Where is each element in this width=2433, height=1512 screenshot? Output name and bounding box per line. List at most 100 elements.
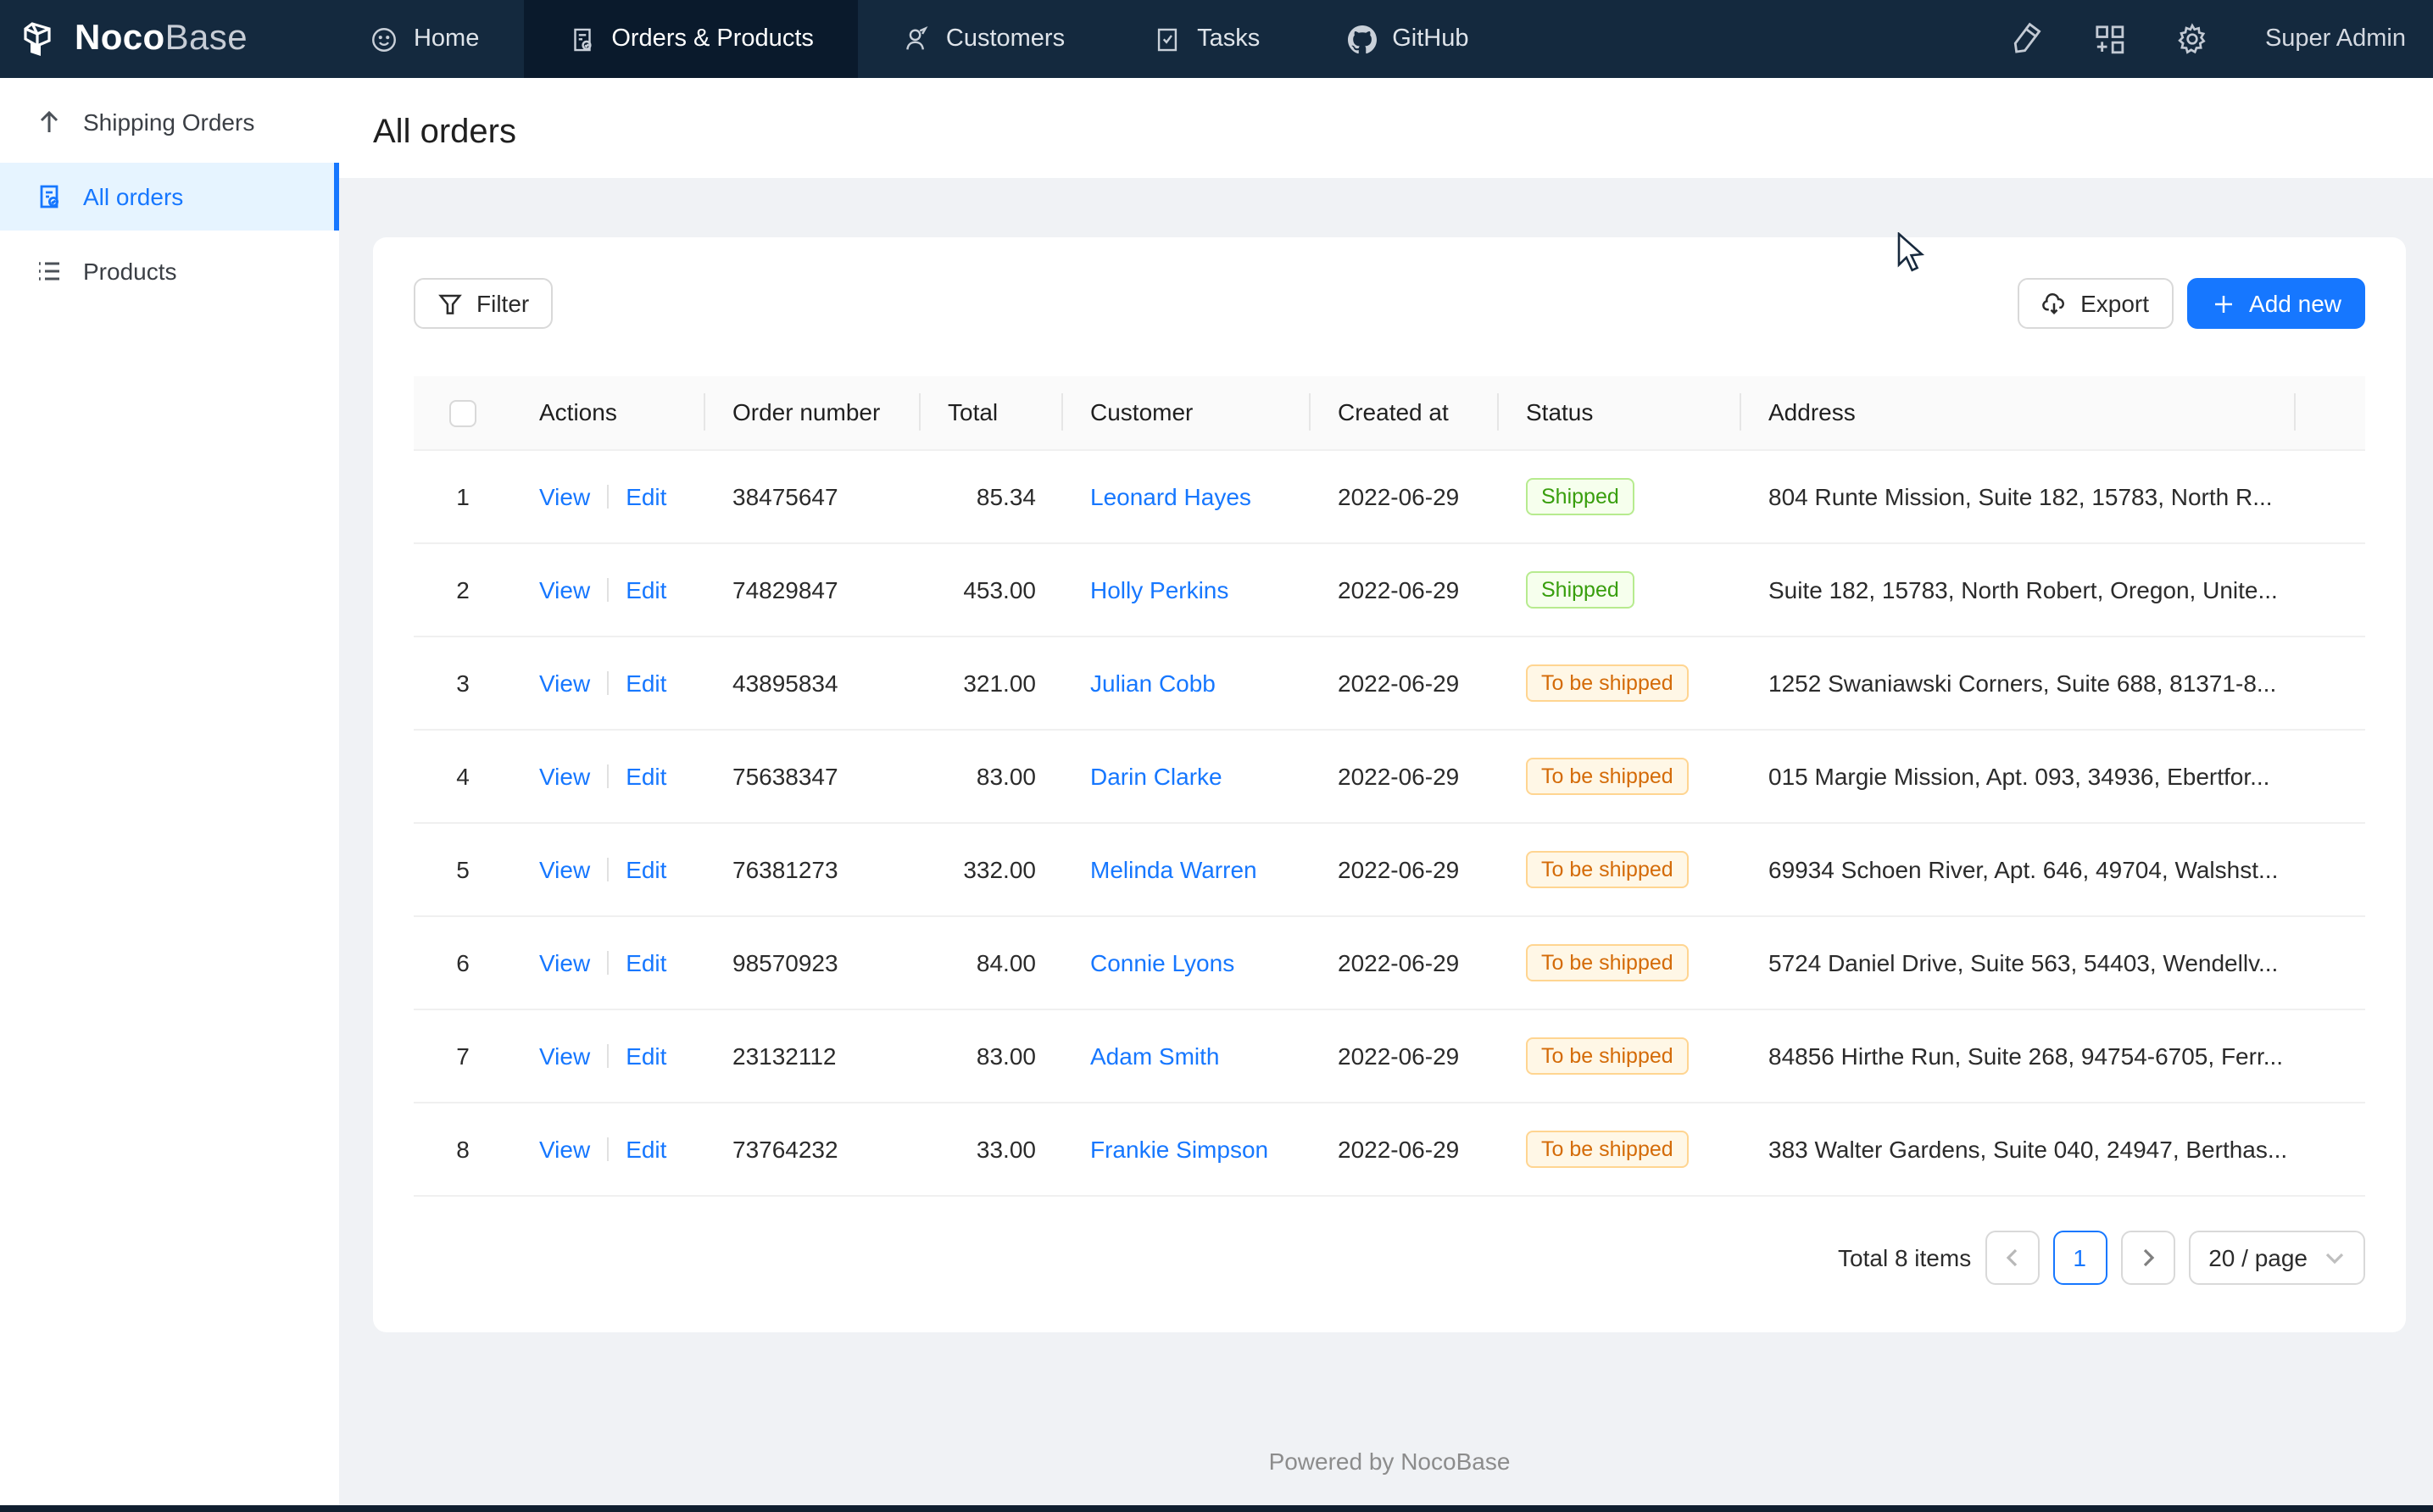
edit-link[interactable]: Edit bbox=[626, 482, 666, 509]
status-cell: To be shipped bbox=[1499, 1102, 1741, 1195]
action-separator bbox=[607, 670, 609, 694]
total-cell: 85.34 bbox=[921, 449, 1063, 542]
table-row: 1 ViewEdit 38475647 85.34 Leonard Hayes … bbox=[414, 449, 2365, 542]
table-row: 5 ViewEdit 76381273 332.00 Melinda Warre… bbox=[414, 822, 2365, 915]
edit-link[interactable]: Edit bbox=[626, 948, 666, 976]
row-actions-cell: View Edit bbox=[512, 729, 705, 822]
edit-link[interactable]: Edit bbox=[626, 575, 666, 603]
nocobase-logo[interactable]: NocoBase bbox=[0, 0, 278, 78]
ui-editor-pen-icon[interactable] bbox=[2009, 22, 2043, 56]
edit-link[interactable]: Edit bbox=[626, 1042, 666, 1069]
view-link[interactable]: View bbox=[539, 855, 590, 882]
pagination-page-1[interactable]: 1 bbox=[2052, 1230, 2107, 1284]
brand-text: NocoBase bbox=[75, 19, 248, 59]
view-link[interactable]: View bbox=[539, 669, 590, 696]
customer-link[interactable]: Leonard Hayes bbox=[1090, 482, 1251, 509]
bottom-edge-bar bbox=[0, 1505, 2433, 1512]
sidebar-item-shipping-orders[interactable]: Shipping Orders bbox=[0, 88, 339, 156]
edit-link[interactable]: Edit bbox=[626, 669, 666, 696]
customer-link[interactable]: Julian Cobb bbox=[1090, 669, 1216, 696]
user-menu[interactable]: Super Admin bbox=[2258, 25, 2406, 53]
orders-block-card: Filter Export bbox=[373, 237, 2406, 1331]
total-cell: 321.00 bbox=[921, 636, 1063, 729]
add-block-icon[interactable] bbox=[2092, 22, 2126, 56]
customer-link[interactable]: Frankie Simpson bbox=[1090, 1135, 1268, 1162]
status-badge: To be shipped bbox=[1526, 850, 1689, 887]
table-row: 8 ViewEdit 73764232 33.00 Frankie Simpso… bbox=[414, 1102, 2365, 1195]
order-number-cell: 43895834 bbox=[705, 636, 921, 729]
view-link[interactable]: View bbox=[539, 948, 590, 976]
row-index-cell: 5 bbox=[414, 822, 512, 915]
status-cell: To be shipped bbox=[1499, 1009, 1741, 1102]
customer-link[interactable]: Darin Clarke bbox=[1090, 762, 1222, 789]
address-cell: 1252 Swaniawski Corners, Suite 688, 8137… bbox=[1741, 636, 2296, 729]
created-at-cell: 2022-06-29 bbox=[1311, 449, 1499, 542]
pagination: Total 8 items 1 20 / page bbox=[414, 1230, 2365, 1284]
sidebar-item-products[interactable]: Products bbox=[0, 237, 339, 305]
view-link[interactable]: View bbox=[539, 575, 590, 603]
order-number-cell: 74829847 bbox=[705, 542, 921, 636]
customer-cell: Darin Clarke bbox=[1063, 729, 1311, 822]
total-cell: 453.00 bbox=[921, 542, 1063, 636]
edit-link[interactable]: Edit bbox=[626, 762, 666, 789]
status-badge: To be shipped bbox=[1526, 1037, 1689, 1074]
spacer-cell bbox=[2296, 915, 2365, 1009]
action-separator bbox=[607, 950, 609, 974]
address-cell: 383 Walter Gardens, Suite 040, 24947, Be… bbox=[1741, 1102, 2296, 1195]
created-at-cell: 2022-06-29 bbox=[1311, 636, 1499, 729]
view-link[interactable]: View bbox=[539, 1135, 590, 1162]
status-badge: To be shipped bbox=[1526, 664, 1689, 701]
customer-link[interactable]: Holly Perkins bbox=[1090, 575, 1228, 603]
customer-cell: Leonard Hayes bbox=[1063, 449, 1311, 542]
order-check-icon bbox=[36, 183, 63, 210]
sidebar-item-all-orders[interactable]: All orders bbox=[0, 163, 339, 231]
customer-cell: Julian Cobb bbox=[1063, 636, 1311, 729]
customer-link[interactable]: Melinda Warren bbox=[1090, 855, 1257, 882]
navbar-tab-tasks[interactable]: Tasks bbox=[1109, 0, 1304, 78]
table-row: 4 ViewEdit 75638347 83.00 Darin Clarke 2… bbox=[414, 729, 2365, 822]
edit-link[interactable]: Edit bbox=[626, 1135, 666, 1162]
filter-funnel-icon bbox=[437, 291, 463, 316]
address-cell: 69934 Schoen River, Apt. 646, 49704, Wal… bbox=[1741, 822, 2296, 915]
page-header: All orders bbox=[339, 78, 2433, 178]
customer-cell: Connie Lyons bbox=[1063, 915, 1311, 1009]
pagination-prev-button[interactable] bbox=[1985, 1230, 2039, 1284]
navbar-tab-home[interactable]: Home bbox=[326, 0, 523, 78]
customer-link[interactable]: Connie Lyons bbox=[1090, 948, 1234, 976]
view-link[interactable]: View bbox=[539, 1042, 590, 1069]
status-badge: To be shipped bbox=[1526, 1130, 1689, 1167]
pagination-next-button[interactable] bbox=[2120, 1230, 2174, 1284]
action-separator bbox=[607, 577, 609, 601]
order-number-cell: 38475647 bbox=[705, 449, 921, 542]
edit-link[interactable]: Edit bbox=[626, 855, 666, 882]
customer-link[interactable]: Adam Smith bbox=[1090, 1042, 1220, 1069]
view-link[interactable]: View bbox=[539, 482, 590, 509]
table-toolbar: Filter Export bbox=[414, 278, 2365, 329]
select-all-checkbox[interactable] bbox=[449, 400, 476, 427]
filter-button[interactable]: Filter bbox=[414, 278, 553, 329]
status-badge: Shipped bbox=[1526, 570, 1634, 608]
table-row: 6 ViewEdit 98570923 84.00 Connie Lyons 2… bbox=[414, 915, 2365, 1009]
navbar-tab-customers[interactable]: Customers bbox=[858, 0, 1109, 78]
column-header-actions: Actions bbox=[512, 376, 705, 449]
navbar-tab-github[interactable]: GitHub bbox=[1304, 0, 1512, 78]
add-new-button[interactable]: Add new bbox=[2186, 278, 2365, 329]
page-title: All orders bbox=[373, 114, 516, 153]
action-separator bbox=[607, 1043, 609, 1067]
address-cell: 015 Margie Mission, Apt. 093, 34936, Ebe… bbox=[1741, 729, 2296, 822]
chevron-down-icon bbox=[2324, 1247, 2345, 1267]
row-actions-cell: View Edit bbox=[512, 1102, 705, 1195]
view-link[interactable]: View bbox=[539, 762, 590, 789]
status-cell: Shipped bbox=[1499, 542, 1741, 636]
column-header-customer: Customer bbox=[1063, 376, 1311, 449]
action-separator bbox=[607, 1137, 609, 1160]
page-size-select[interactable]: 20 / page bbox=[2188, 1230, 2365, 1284]
settings-gear-icon[interactable] bbox=[2175, 22, 2209, 56]
export-button[interactable]: Export bbox=[2018, 278, 2173, 329]
spacer-cell bbox=[2296, 1102, 2365, 1195]
total-cell: 83.00 bbox=[921, 1009, 1063, 1102]
person-icon bbox=[902, 25, 931, 53]
column-header-created-at: Created at bbox=[1311, 376, 1499, 449]
navbar-tab-orders-products[interactable]: Orders & Products bbox=[523, 0, 858, 78]
table-row: 2 ViewEdit 74829847 453.00 Holly Perkins… bbox=[414, 542, 2365, 636]
